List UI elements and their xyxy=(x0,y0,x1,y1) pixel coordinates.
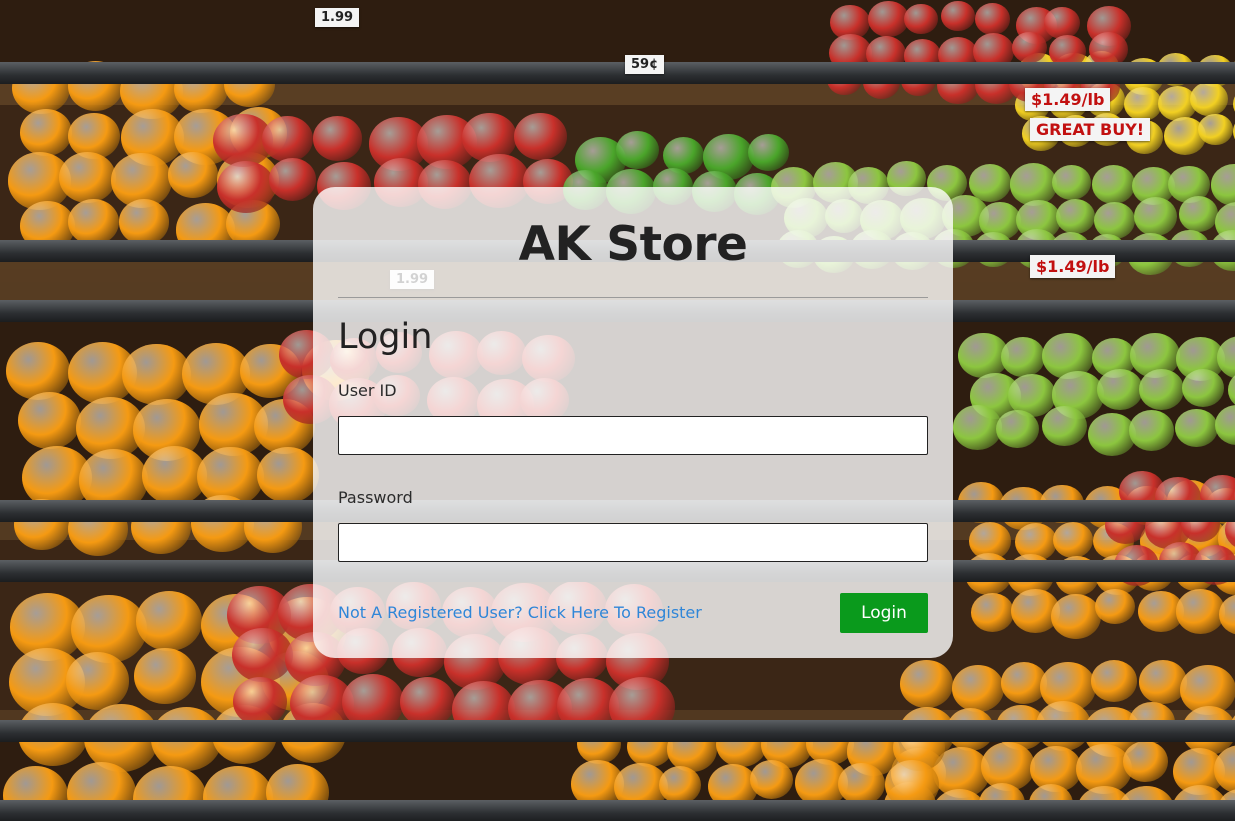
password-label: Password xyxy=(338,488,413,507)
fruit xyxy=(1175,409,1218,448)
fruit xyxy=(1011,31,1047,64)
fruit xyxy=(118,199,170,245)
fruit xyxy=(747,133,790,172)
fruit xyxy=(6,341,71,400)
price-tag: $1.49/lb xyxy=(1025,88,1111,111)
fruit xyxy=(312,116,363,161)
fruit xyxy=(1094,201,1136,239)
fruit xyxy=(952,665,1004,712)
fruit xyxy=(58,151,116,204)
fruit xyxy=(513,113,567,161)
price-tag: 59¢ xyxy=(625,55,665,74)
shelf-edge xyxy=(0,720,1235,742)
fruit xyxy=(134,648,196,704)
fruit xyxy=(1198,113,1233,145)
fruit xyxy=(1139,369,1185,410)
fruit xyxy=(1128,409,1175,452)
fruit xyxy=(1056,198,1096,234)
shelf-edge xyxy=(0,62,1235,84)
fruit xyxy=(256,447,319,504)
fruit xyxy=(1052,165,1092,201)
fruit xyxy=(20,109,72,156)
fruit xyxy=(167,152,219,198)
fruit xyxy=(974,3,1010,35)
fruit xyxy=(1178,196,1219,232)
fruit xyxy=(749,760,793,800)
fruit xyxy=(17,391,81,449)
fruit xyxy=(122,343,191,405)
login-card: AK Store Login User ID Password Not A Re… xyxy=(313,187,953,658)
shelf-edge xyxy=(0,800,1235,821)
fruit xyxy=(616,130,659,170)
fruit xyxy=(658,765,702,804)
fruit xyxy=(1001,337,1046,377)
price-tag: $1.49/lb xyxy=(1030,255,1116,278)
user-id-input[interactable] xyxy=(338,416,928,455)
fruit xyxy=(1123,87,1162,122)
price-tag: GREAT BUY! xyxy=(1030,118,1151,141)
password-input[interactable] xyxy=(338,523,928,562)
fruit xyxy=(1097,368,1144,411)
fruit xyxy=(136,591,202,651)
fruit xyxy=(1122,741,1169,782)
fruit xyxy=(995,409,1039,449)
store-title: AK Store xyxy=(518,217,748,272)
fruit xyxy=(1044,6,1081,39)
fruit xyxy=(1042,405,1088,446)
fruit xyxy=(232,677,288,726)
fruit xyxy=(65,652,130,710)
user-id-label: User ID xyxy=(338,381,397,400)
login-heading: Login xyxy=(338,317,433,357)
fruit xyxy=(232,627,293,683)
register-link[interactable]: Not A Registered User? Click Here To Reg… xyxy=(338,603,702,622)
login-button[interactable]: Login xyxy=(840,593,928,633)
price-tag: 1.99 xyxy=(315,8,360,27)
fruit xyxy=(868,0,909,38)
fruit xyxy=(1091,165,1135,205)
fruit xyxy=(1094,588,1135,625)
divider xyxy=(338,297,928,298)
fruit xyxy=(970,592,1014,632)
fruit xyxy=(1090,660,1137,702)
fruit xyxy=(1175,589,1226,634)
fruit xyxy=(1052,522,1093,559)
fruit xyxy=(899,660,953,708)
